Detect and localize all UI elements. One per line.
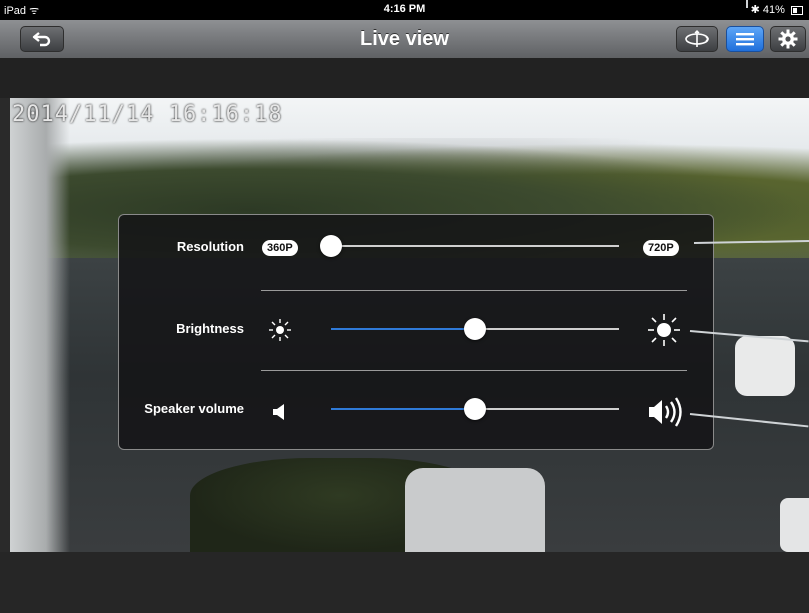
video-car <box>735 336 795 396</box>
battery-percent: 41% <box>762 4 785 16</box>
sun-large-icon <box>648 314 680 346</box>
video-timestamp: 2014/11/14 16:16:18 <box>12 102 283 127</box>
ptz-button[interactable] <box>676 26 718 52</box>
brightness-slider-fill <box>331 328 475 330</box>
ptz-rotate-icon <box>685 30 709 47</box>
video-bottom-margin <box>0 552 809 613</box>
settings-panel: Resolution 360P 720P Brightness Speaker … <box>118 214 714 450</box>
resolution-min-label[interactable]: 360P <box>262 240 298 256</box>
status-bar: iPad ᯤ 4:16 PM ✱ 41% <box>0 0 809 20</box>
gear-icon <box>778 29 798 49</box>
status-time: 4:16 PM <box>383 3 426 15</box>
resolution-max-label[interactable]: 720P <box>643 240 679 256</box>
speaker-low-icon[interactable] <box>270 401 290 423</box>
callout-line <box>746 0 748 8</box>
brightness-slider-knob[interactable] <box>464 318 486 340</box>
brightness-low-icon[interactable] <box>266 317 294 343</box>
battery-status: ✱ 41% <box>751 3 803 16</box>
resolution-slider-knob[interactable] <box>320 235 342 257</box>
speaker-high-icon[interactable] <box>647 395 687 429</box>
battery-icon <box>791 5 803 15</box>
video-car <box>405 468 545 552</box>
speaker-loud-icon <box>649 397 682 427</box>
speaker-volume-label: Speaker volume <box>144 401 244 416</box>
video-car <box>780 498 809 552</box>
row-divider <box>261 370 687 371</box>
navigation-bar: Live view <box>0 20 809 59</box>
resolution-slider[interactable] <box>331 245 619 247</box>
settings-button[interactable] <box>770 26 806 52</box>
video-wall <box>10 98 70 552</box>
menu-button[interactable] <box>726 26 764 52</box>
speaker-volume-slider-fill <box>331 408 475 410</box>
row-divider <box>261 290 687 291</box>
sun-small-icon <box>269 319 291 341</box>
brightness-label: Brightness <box>176 321 244 336</box>
speaker-small-icon <box>273 404 284 420</box>
video-top-margin <box>0 58 809 98</box>
resolution-label: Resolution <box>176 239 244 254</box>
bluetooth-icon: ✱ <box>750 4 760 16</box>
brightness-high-icon[interactable] <box>647 313 681 347</box>
menu-list-icon <box>736 33 754 46</box>
speaker-volume-slider-knob[interactable] <box>464 398 486 420</box>
